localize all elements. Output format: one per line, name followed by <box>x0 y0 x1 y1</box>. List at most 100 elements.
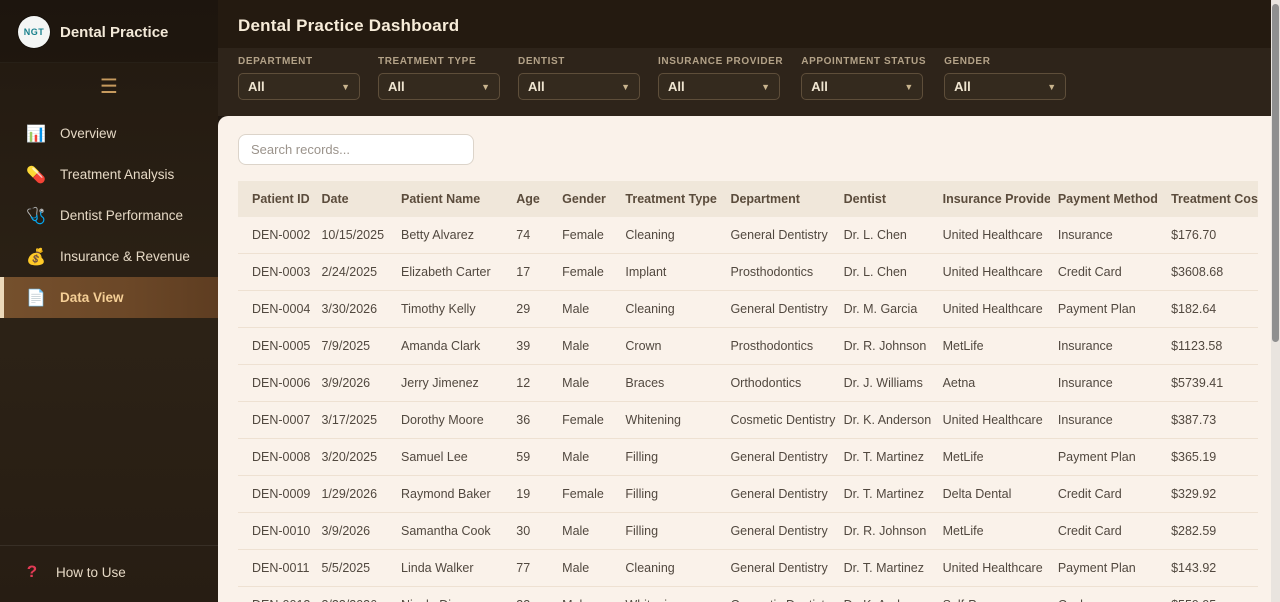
table-cell: Whitening <box>617 401 723 439</box>
table-cell: DEN-0003 <box>238 253 314 291</box>
search-input[interactable] <box>238 134 474 165</box>
column-header: Date <box>313 181 394 217</box>
table-cell: 39 <box>508 327 555 365</box>
table-cell: 3/20/2025 <box>313 438 394 476</box>
table-cell: Credit Card <box>1049 475 1164 513</box>
filter-group: DEPARTMENT All ▼ <box>238 56 360 100</box>
table-cell: General Dentistry <box>722 549 836 587</box>
table-row[interactable]: DEN-0002 10/15/2025 Betty Alvarez 74 Female C… <box>238 217 1258 254</box>
filter-dropdown[interactable]: All ▼ <box>378 73 500 100</box>
how-to-use-button[interactable]: ? How to Use <box>0 552 218 592</box>
table-cell: 2/24/2025 <box>313 253 394 291</box>
table-cell: 32 <box>508 586 555 602</box>
sidebar-nav-item[interactable]: 🩺 Dentist Performance <box>0 195 218 236</box>
nav-item-label: Treatment Analysis <box>60 167 175 182</box>
filter-dropdown[interactable]: All ▼ <box>518 73 640 100</box>
filter-label: GENDER <box>944 56 991 67</box>
table-cell: Insurance <box>1049 401 1164 439</box>
table-cell: General Dentistry <box>722 475 836 513</box>
column-header: Treatment Cost <box>1163 181 1258 217</box>
filter-dropdown[interactable]: All ▼ <box>658 73 780 100</box>
table-cell: Female <box>554 253 618 291</box>
table-cell: DEN-0006 <box>238 364 314 402</box>
table-cell: Male <box>554 327 618 365</box>
table-cell: Crown <box>617 327 723 365</box>
filter-dropdown[interactable]: All ▼ <box>944 73 1067 100</box>
table-cell: Male <box>554 512 618 550</box>
column-header: Treatment Type <box>617 181 723 217</box>
table-cell: Timothy Kelly <box>393 290 509 328</box>
vertical-scrollbar[interactable] <box>1271 0 1280 602</box>
nav-item-icon: 📄 <box>26 289 46 307</box>
table-cell: United Healthcare <box>934 549 1050 587</box>
table-cell: $559.95 <box>1163 586 1258 602</box>
table-row[interactable]: DEN-0011 5/5/2025 Linda Walker 77 Male Cleani… <box>238 549 1258 587</box>
table-cell: United Healthcare <box>934 401 1050 439</box>
nav-item-icon: 🩺 <box>26 207 46 225</box>
table-row[interactable]: DEN-0007 3/17/2025 Dorothy Moore 36 Female Wh… <box>238 401 1258 439</box>
table-row[interactable]: DEN-0010 3/9/2026 Samantha Cook 30 Male Filli… <box>238 512 1258 550</box>
column-header: Dentist <box>835 181 935 217</box>
table-cell: Dr. T. Martinez <box>835 475 935 513</box>
sidebar-nav-item[interactable]: 📊 Overview <box>0 113 218 154</box>
records-table: Patient ID Date Patient Name Age Gender Treat… <box>238 181 1258 602</box>
table-row[interactable]: DEN-0006 3/9/2026 Jerry Jimenez 12 Male Brace… <box>238 364 1258 402</box>
table-cell: Insurance <box>1049 364 1164 402</box>
table-cell: Male <box>554 290 618 328</box>
table-cell: Prosthodontics <box>722 253 836 291</box>
sidebar-nav-item[interactable]: 📄 Data View <box>0 277 218 318</box>
sidebar-nav-item[interactable]: 💊 Treatment Analysis <box>0 154 218 195</box>
table-cell: Cosmetic Dentistry <box>722 401 836 439</box>
table-row[interactable]: DEN-0003 2/24/2025 Elizabeth Carter 17 Femal… <box>238 253 1258 291</box>
sidebar-nav: 📊 Overview 💊 Treatment Analysis 🩺 Dentis… <box>0 113 218 545</box>
table-cell: Jerry Jimenez <box>393 364 509 402</box>
top-header: Dental Practice Dashboard <box>218 0 1280 48</box>
nav-item-label: Data View <box>60 290 124 305</box>
filter-label: DENTIST <box>518 56 565 67</box>
table-row[interactable]: DEN-00123/23/2026Nicole Diaz32MaleWhiten… <box>238 586 1258 602</box>
table-cell: DEN-0005 <box>238 327 314 365</box>
table-cell: Dr. K. Anderson <box>835 401 935 439</box>
clinic-logo-icon: NGT <box>18 16 50 48</box>
menu-toggle-icon[interactable]: ☰ <box>0 63 218 107</box>
sidebar-nav-item[interactable]: 💰 Insurance & Revenue <box>0 236 218 277</box>
how-to-use-label: How to Use <box>56 564 126 580</box>
nav-item-label: Dentist Performance <box>60 208 184 223</box>
table-cell: DEN-0010 <box>238 512 314 550</box>
table-cell: Dorothy Moore <box>393 401 509 439</box>
filter-dropdown[interactable]: All ▼ <box>801 73 924 100</box>
table-cell: $3608.68 <box>1163 253 1258 291</box>
table-row[interactable]: DEN-0008 3/20/2025 Samuel Lee 59 Male Filling… <box>238 438 1258 476</box>
table-row[interactable]: DEN-0004 3/30/2026 Timothy Kelly 29 Male Clea… <box>238 290 1258 328</box>
table-cell: DEN-0007 <box>238 401 314 439</box>
table-cell: United Healthcare <box>934 253 1050 291</box>
filter-selected-value: All <box>668 79 685 94</box>
filter-selected-value: All <box>388 79 405 94</box>
table-cell: Aetna <box>934 364 1050 402</box>
filter-label: APPOINTMENT STATUS <box>801 56 927 67</box>
table-cell: Dr. M. Garcia <box>835 290 935 328</box>
table-cell: 3/17/2025 <box>313 401 394 439</box>
table-header-row: Patient ID Date Patient Name Age Gender Treat… <box>238 181 1258 217</box>
table-cell: Filling <box>617 475 723 513</box>
data-view-panel: Patient IDDatePatient NameAgeGenderTreat… <box>218 116 1280 602</box>
table-cell: Insurance <box>1049 217 1164 254</box>
table-row[interactable]: DEN-0005 7/9/2025 Amanda Clark 39 Male Crown P… <box>238 327 1258 365</box>
filter-selected-value: All <box>954 79 971 94</box>
chevron-down-icon: ▼ <box>481 81 490 92</box>
table-cell: 19 <box>508 475 555 513</box>
table-cell: DEN-0009 <box>238 475 314 513</box>
table-row[interactable]: DEN-0009 1/29/2026 Raymond Baker 19 Female Fi… <box>238 475 1258 513</box>
filter-selected-value: All <box>811 79 828 94</box>
filter-dropdown[interactable]: All ▼ <box>238 73 360 100</box>
scrollbar-thumb[interactable] <box>1272 4 1279 342</box>
table-cell: Prosthodontics <box>722 327 836 365</box>
table-cell: 36 <box>508 401 555 439</box>
table-cell: Cash <box>1049 586 1164 602</box>
chevron-down-icon: ▼ <box>341 81 350 92</box>
table-cell: Dr. J. Williams <box>835 364 935 402</box>
table-cell: 7/9/2025 <box>313 327 394 365</box>
table-cell: Female <box>554 401 618 439</box>
table-cell: Dr. T. Martinez <box>835 549 935 587</box>
table-cell: Dr. R. Johnson <box>835 512 935 550</box>
